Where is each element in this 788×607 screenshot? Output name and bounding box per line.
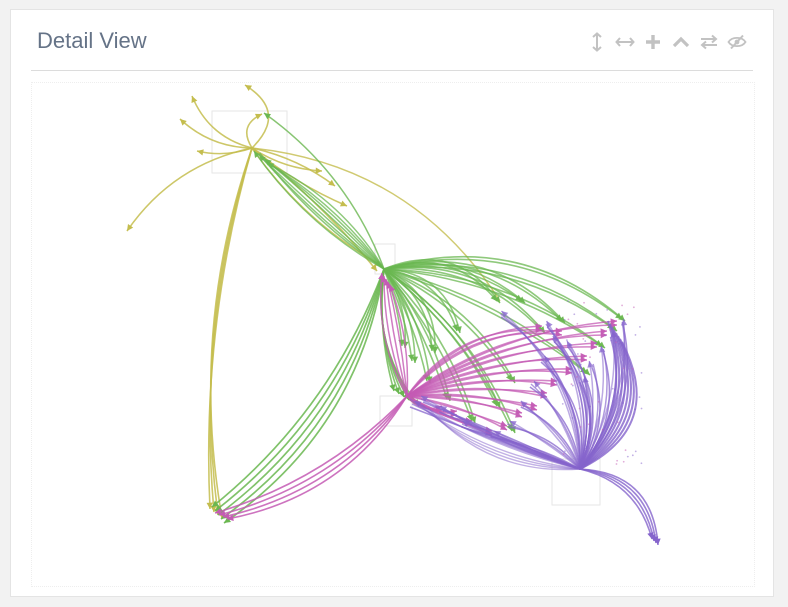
edge-magenta xyxy=(218,395,408,516)
node-dot xyxy=(563,318,566,321)
node-dot xyxy=(615,341,617,344)
node-dot xyxy=(622,460,625,463)
node-dot xyxy=(562,453,565,455)
node-dot xyxy=(576,353,579,355)
node-dot xyxy=(564,450,566,453)
node-dot xyxy=(597,400,600,403)
node-dot xyxy=(617,342,620,345)
panel-header: Detail View xyxy=(31,10,753,71)
node-dot xyxy=(578,407,581,410)
node-dot xyxy=(638,396,641,398)
node-dot xyxy=(571,384,574,387)
node-dot xyxy=(606,308,609,311)
eye-slash-icon[interactable] xyxy=(727,31,747,53)
node-dot xyxy=(597,446,600,449)
node-dot xyxy=(576,376,578,378)
node-dot xyxy=(601,320,604,323)
arrowhead xyxy=(197,149,204,156)
node-dot xyxy=(626,455,629,458)
chevron-up-icon[interactable] xyxy=(671,31,691,53)
expand-horizontal-icon[interactable] xyxy=(615,31,635,53)
node-dot xyxy=(582,337,585,340)
node-dot xyxy=(640,407,643,410)
edge-olive xyxy=(209,147,253,516)
node-dot xyxy=(622,402,624,405)
node-dot xyxy=(570,383,573,386)
edge-green xyxy=(260,156,385,270)
arrowhead xyxy=(127,224,134,231)
node-dot xyxy=(589,405,592,408)
node-dot xyxy=(595,312,598,315)
edge-olive xyxy=(209,147,253,519)
node-dot xyxy=(634,450,637,453)
node-dot xyxy=(614,388,616,391)
node-dot xyxy=(610,339,613,342)
swap-icon[interactable] xyxy=(699,31,719,53)
node-dot xyxy=(634,334,637,336)
edge-green xyxy=(211,268,385,508)
node-dot xyxy=(584,340,587,342)
node-dot xyxy=(565,339,568,342)
node-dot xyxy=(631,367,634,370)
node-dot xyxy=(576,322,579,325)
expand-vertical-icon[interactable] xyxy=(587,31,607,53)
node-dot xyxy=(615,463,618,465)
edge-green xyxy=(214,268,385,512)
node-dot xyxy=(640,462,643,465)
node-dot xyxy=(616,459,619,462)
node-dot xyxy=(593,450,596,453)
arrowhead xyxy=(245,85,253,92)
panel-toolbar xyxy=(587,30,747,54)
node-dot xyxy=(634,408,636,411)
edge-green xyxy=(220,268,385,520)
node-dot xyxy=(609,329,612,331)
edge-green xyxy=(223,268,385,524)
node-dot xyxy=(594,342,597,345)
node-dot xyxy=(579,426,582,428)
node-dot xyxy=(626,313,629,316)
node-dot xyxy=(561,402,564,405)
arrowhead xyxy=(411,356,419,363)
edge-purple xyxy=(579,468,657,544)
node-dot xyxy=(621,304,623,307)
node-dot xyxy=(571,417,574,419)
node-dot xyxy=(579,363,582,366)
node-dot xyxy=(604,334,607,337)
node-dot xyxy=(567,300,569,303)
node-dot xyxy=(631,454,634,457)
node-dot xyxy=(573,313,576,316)
edge-diagram[interactable] xyxy=(32,83,756,588)
arrowhead xyxy=(328,179,335,186)
node-dot xyxy=(567,318,570,321)
panel-title: Detail View xyxy=(37,28,147,53)
edge-olive xyxy=(196,147,253,155)
node-dot xyxy=(587,423,590,426)
edge-olive xyxy=(179,118,253,149)
node-dot xyxy=(589,356,591,359)
node-dot xyxy=(617,421,619,424)
node-dot xyxy=(632,306,635,309)
node-dot xyxy=(583,301,585,304)
node-dot xyxy=(601,428,604,431)
edge-magenta xyxy=(222,395,408,518)
edge-olive xyxy=(245,113,263,149)
arrowhead xyxy=(264,113,271,120)
node-dot xyxy=(611,387,614,390)
node-dot xyxy=(624,449,627,452)
node-dot xyxy=(623,367,625,370)
diagram-canvas[interactable] xyxy=(31,82,755,587)
plus-icon[interactable] xyxy=(643,31,663,53)
node-dot xyxy=(639,326,641,328)
detail-view-panel: Detail View xyxy=(10,9,774,597)
node-dot xyxy=(640,371,643,374)
edge-olive xyxy=(191,95,253,149)
